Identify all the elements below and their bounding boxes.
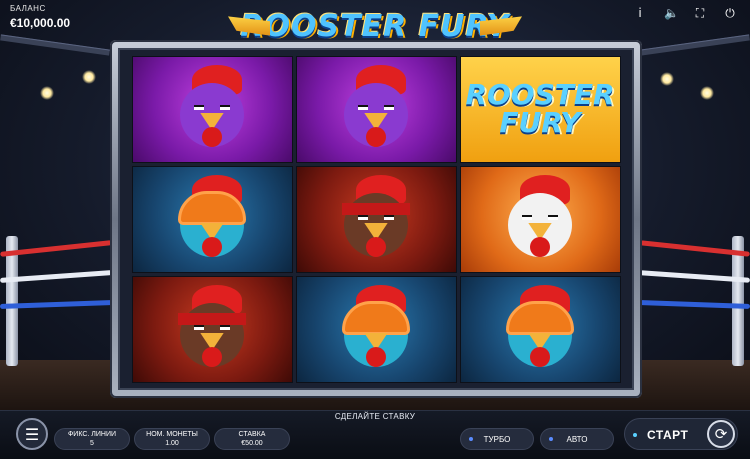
rooster-wattle [530, 236, 550, 257]
reel-grid: ROOSTER FURY [118, 48, 634, 390]
bet-selector[interactable]: СТАВКА €50.00 [214, 428, 290, 450]
bet-value: €50.00 [241, 439, 263, 447]
bet-label: СТАВКА [238, 431, 266, 438]
rooster-wattle [366, 236, 386, 257]
symbol-purple-rooster [131, 55, 293, 163]
lighting-truss [640, 34, 750, 56]
rooster-figure [162, 174, 262, 271]
rooster-figure [162, 64, 262, 161]
hamburger-icon: ☰ [24, 424, 40, 444]
start-button[interactable]: СТАРТ ⟳ [624, 418, 738, 450]
reel-frame: ROOSTER FURY [110, 40, 642, 398]
rooster-eye [384, 214, 394, 220]
power-icon[interactable]: ⏻ [724, 6, 736, 21]
rooster-figure [326, 174, 426, 271]
turbo-label: ТУРБО [483, 434, 511, 444]
rooster-eye [194, 104, 204, 110]
rooster-bandana [342, 202, 410, 215]
spotlight [700, 86, 714, 100]
symbol-rooster-fury-logo: ROOSTER FURY [459, 55, 621, 163]
info-icon[interactable]: i [634, 6, 646, 21]
balance-display: БАЛАНС €10,000.00 [10, 4, 70, 30]
rooster-eye [358, 214, 368, 220]
lines-value: 5 [90, 439, 94, 447]
balance-value: €10,000.00 [10, 16, 71, 30]
rooster-wattle [366, 126, 386, 147]
rooster-wattle [202, 126, 222, 147]
rooster-eye [220, 324, 230, 330]
spotlight [660, 72, 674, 86]
logo-tile-line1: ROOSTER [465, 78, 615, 111]
rooster-eye [522, 214, 532, 220]
coin-value-selector[interactable]: НОМ. МОНЕТЫ 1.00 [134, 428, 210, 450]
rooster-wattle [202, 346, 222, 367]
coin-value: 1.00 [165, 439, 179, 447]
symbol-purple-rooster [295, 55, 457, 163]
rooster-eye [220, 104, 230, 110]
rooster-bandana [178, 312, 246, 325]
turbo-button[interactable]: ТУРБО [460, 428, 534, 450]
rooster-figure [326, 284, 426, 381]
spin-icon[interactable]: ⟳ [707, 420, 735, 448]
rooster-eye [384, 104, 394, 110]
rooster-eye [548, 214, 558, 220]
lines-selector[interactable]: ФИКС. ЛИНИИ 5 [54, 428, 130, 450]
balance-label: БАЛАНС [10, 4, 46, 13]
fullscreen-icon[interactable]: ⛶ [694, 6, 706, 21]
auto-indicator-icon [549, 437, 553, 441]
rooster-wattle [202, 236, 222, 257]
logo-tile-line2: FURY [499, 106, 581, 139]
rooster-figure [162, 284, 262, 381]
symbol-blue-helmet-rooster [131, 165, 293, 273]
symbol-blue-helmet-rooster [459, 275, 621, 383]
lines-label: ФИКС. ЛИНИИ [67, 431, 117, 438]
rooster-wattle [366, 346, 386, 367]
auto-label: АВТО [566, 434, 588, 444]
sound-icon[interactable]: 🔈 [664, 6, 679, 21]
spotlight [82, 70, 96, 84]
rooster-eye [358, 104, 368, 110]
symbol-white-fighter-rooster [459, 165, 621, 273]
symbol-red-bandana-rooster [131, 275, 293, 383]
rooster-wattle [530, 346, 550, 367]
auto-button[interactable]: АВТО [540, 428, 614, 450]
rooster-figure [326, 64, 426, 161]
start-label: СТАРТ [647, 428, 689, 442]
logo-tile: ROOSTER FURY [461, 57, 620, 162]
symbol-red-bandana-rooster [295, 165, 457, 273]
turbo-indicator-icon [469, 437, 473, 441]
top-toolbar: i 🔈 ⛶ ⏻ [634, 6, 736, 21]
rooster-figure [490, 174, 590, 271]
coin-label: НОМ. МОНЕТЫ [146, 431, 198, 438]
rooster-eye [194, 324, 204, 330]
lighting-truss [0, 34, 110, 56]
menu-button[interactable]: ☰ [16, 418, 48, 450]
logo-text: ROOSTER FURY [240, 8, 510, 44]
rooster-figure [490, 284, 590, 381]
start-indicator-icon [633, 433, 637, 437]
spotlight [40, 86, 54, 100]
symbol-blue-helmet-rooster [295, 275, 457, 383]
